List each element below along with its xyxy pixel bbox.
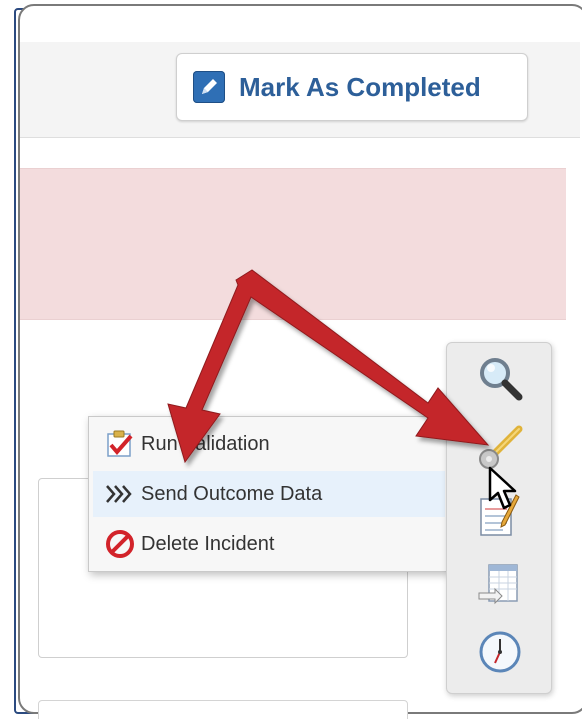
content-panel-lower — [38, 700, 408, 719]
alert-banner — [20, 168, 566, 320]
history-button[interactable] — [471, 625, 529, 683]
menu-item-label: Send Outcome Data — [141, 482, 323, 505]
spreadsheet-export-icon — [475, 559, 525, 613]
checklist-icon — [103, 427, 137, 461]
context-menu: Run Validation Send Outcome Data Delete … — [88, 416, 448, 572]
menu-item-delete-incident[interactable]: Delete Incident — [93, 521, 445, 567]
clock-icon — [475, 627, 525, 681]
chevrons-right-icon — [103, 477, 137, 511]
no-entry-icon — [103, 527, 137, 561]
magnifier-icon — [475, 353, 525, 407]
mark-as-completed-label: Mark As Completed — [239, 71, 481, 102]
search-tool-button[interactable] — [471, 351, 529, 409]
menu-item-send-outcome-data[interactable]: Send Outcome Data — [93, 471, 445, 517]
menu-item-label: Delete Incident — [141, 532, 275, 555]
pencil-edit-icon — [193, 71, 225, 103]
menu-item-label: Run Validation — [141, 432, 270, 455]
tool-strip — [446, 342, 552, 694]
mouse-cursor-icon — [486, 466, 520, 512]
menu-item-run-validation[interactable]: Run Validation — [93, 421, 445, 467]
mark-as-completed-button[interactable]: Mark As Completed — [176, 53, 528, 121]
export-button[interactable] — [471, 557, 529, 615]
